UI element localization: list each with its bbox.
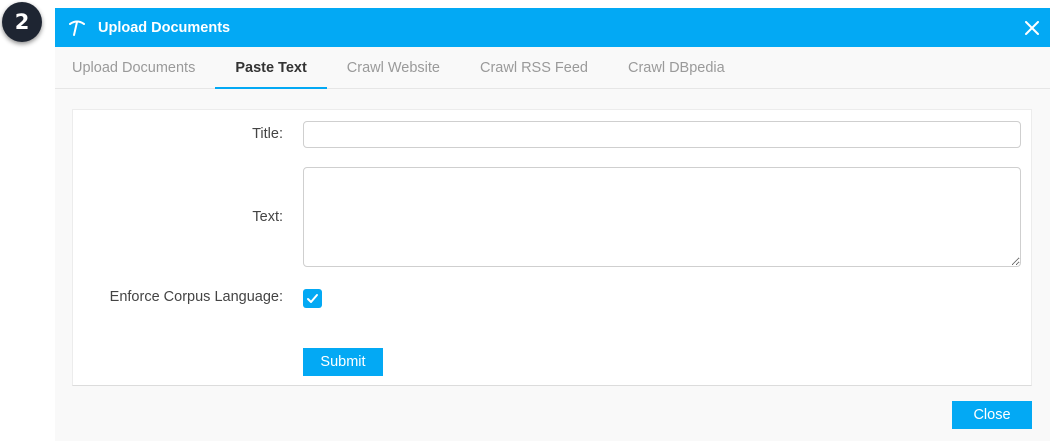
enforce-corpus-language-label: Enforce Corpus Language: [109,289,283,305]
upload-documents-dialog: Upload Documents Upload Documents Paste … [55,8,1050,441]
submit-button[interactable]: Submit [303,348,383,376]
tab-crawl-dbpedia[interactable]: Crawl DBpedia [608,47,745,88]
tab-upload-documents[interactable]: Upload Documents [55,47,215,88]
step-number-badge: 2 [2,2,42,42]
dialog-titlebar: Upload Documents [55,8,1050,47]
pickaxe-icon [68,19,86,37]
close-icon[interactable] [1020,16,1044,40]
close-button[interactable]: Close [952,401,1032,429]
checkmark-icon [307,294,318,303]
text-textarea[interactable] [303,167,1021,267]
dialog-title: Upload Documents [98,19,231,36]
text-label: Text: [252,209,283,225]
enforce-corpus-language-checkbox[interactable] [303,289,322,308]
title-input[interactable] [303,121,1021,148]
tab-crawl-website[interactable]: Crawl Website [327,47,460,88]
tab-bar: Upload Documents Paste Text Crawl Websit… [55,47,1050,89]
tab-paste-text[interactable]: Paste Text [215,47,328,89]
paste-text-form: Title: Text: Enforce Corpus Language: Su… [72,109,1032,386]
title-label: Title: [252,126,283,142]
tab-crawl-rss-feed[interactable]: Crawl RSS Feed [460,47,608,88]
